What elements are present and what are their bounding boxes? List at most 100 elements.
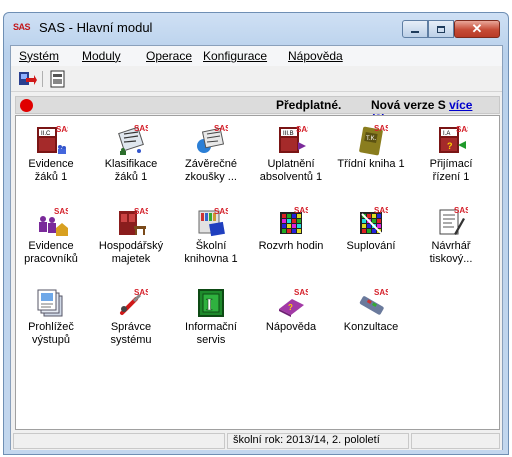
close-icon: ✕ (471, 21, 483, 36)
system-admin-icon: SAS (120, 288, 148, 315)
module-label: Školní knihovna 1 (184, 240, 238, 265)
module-prijimaci-rizeni[interactable]: I.A ? SAS Přijímací řízení 1 (416, 124, 486, 184)
module-uplatneni-absolventu[interactable]: III.B SAS Uplatnění absolventů 1 (256, 124, 326, 184)
grading-icon: SAS (118, 124, 148, 155)
module-tridni-kniha[interactable]: T.K. SAS Třídní kniha 1 (336, 124, 406, 171)
module-label: Hospodářský majetek (98, 240, 164, 265)
info-bar: Předplatné. Nová verze S více (2)... (15, 96, 500, 126)
class-book-icon: T.K. SAS (359, 124, 388, 156)
module-napoveda[interactable]: ? SAS Nápověda (256, 287, 326, 334)
module-label: Návrhář tiskový... (429, 240, 473, 265)
svg-text:SAS: SAS (456, 125, 468, 134)
calendar-icon (50, 70, 65, 88)
module-hospodarsky-majetek[interactable]: SAS Hospodářský majetek (96, 206, 166, 266)
output-viewer-icon (37, 289, 63, 317)
module-label: Konzultace (343, 321, 399, 333)
print-designer-icon: SAS (439, 206, 468, 235)
module-label: Uplatnění absolventů 1 (259, 158, 323, 183)
school-year-status: školní rok: 2013/14, 2. pololetí (233, 434, 380, 446)
module-label: Nápověda (265, 321, 317, 333)
module-evidence-pracovniku[interactable]: SAS Evidence pracovníků (16, 206, 86, 266)
property-icon: SAS (119, 207, 148, 235)
calendar-button[interactable] (48, 69, 68, 89)
module-zaverecne-zkousky[interactable]: SAS Závěrečné zkoušky ... (176, 124, 246, 184)
svg-text:SAS: SAS (374, 288, 388, 297)
svg-text:SAS: SAS (294, 206, 308, 215)
staff-records-icon: SAS (39, 207, 68, 236)
module-label: Suplování (346, 240, 396, 252)
status-panel-right (411, 433, 500, 449)
subscription-label: Předplatné. (276, 98, 342, 112)
module-label: Správce systému (110, 321, 152, 346)
maximize-button[interactable] (428, 20, 454, 38)
status-panel-left (13, 433, 225, 449)
alert-dot-icon (20, 99, 33, 112)
module-evidence-zaku[interactable]: II.C SAS Evidence žáků 1 (16, 124, 86, 184)
svg-text:?: ? (288, 303, 293, 312)
module-navrhar-tiskovy[interactable]: SAS Návrhář tiskový... (416, 206, 486, 266)
svg-text:?: ? (447, 141, 453, 151)
substitution-icon: SAS (360, 206, 388, 235)
menu-configuration[interactable]: Konfigurace (203, 49, 267, 63)
module-klasifikace[interactable]: SAS Klasifikace žáků 1 (96, 124, 166, 184)
module-label: Přijímací řízení 1 (429, 158, 473, 183)
module-label: Klasifikace žáků 1 (104, 158, 158, 183)
module-skolni-knihovna[interactable]: SAS Školní knihovna 1 (176, 206, 246, 266)
svg-text:SAS: SAS (56, 125, 68, 134)
help-book-icon: ? SAS (279, 288, 308, 317)
client-area: Systém Moduly Operace Konfigurace Nápově… (10, 45, 503, 450)
svg-text:SAS: SAS (374, 206, 388, 215)
toolbar-separator (42, 71, 43, 87)
minimize-button[interactable] (402, 20, 428, 38)
graduate-placement-icon: III.B SAS (279, 125, 308, 153)
new-version-text: Nová verze S (371, 98, 446, 112)
module-label: Evidence pracovníků (24, 240, 78, 265)
consultation-icon: SAS (359, 288, 388, 315)
module-konzultace[interactable]: SAS Konzultace (336, 287, 406, 334)
svg-text:SAS: SAS (374, 124, 388, 133)
module-label: Informační servis (185, 321, 237, 346)
library-icon: SAS (198, 207, 228, 237)
module-suplovani[interactable]: SAS Suplování (336, 206, 406, 253)
svg-text:SAS: SAS (134, 288, 148, 297)
svg-text:SAS: SAS (134, 207, 148, 216)
svg-text:SAS: SAS (54, 207, 68, 216)
svg-text:SAS: SAS (214, 207, 228, 216)
final-exams-icon: SAS (197, 124, 228, 153)
window-title: SAS - Hlavní modul (39, 20, 153, 35)
module-label: Třídní kniha 1 (337, 158, 405, 170)
svg-text:III.B: III.B (283, 131, 294, 137)
close-button[interactable]: ✕ (454, 20, 500, 38)
module-label: Prohlížeč výstupů (28, 321, 74, 346)
exit-button[interactable] (17, 69, 37, 89)
module-label: Evidence žáků 1 (28, 158, 74, 183)
menu-system[interactable]: Systém (19, 49, 59, 63)
svg-text:SAS: SAS (296, 125, 308, 134)
module-desktop: II.C SAS Evidence žáků 1 SAS Klasifikace… (15, 115, 500, 430)
menu-modules[interactable]: Moduly (82, 49, 121, 63)
menu-help[interactable]: Nápověda (288, 49, 343, 63)
menu-operations[interactable]: Operace (146, 49, 192, 63)
module-informacni-servis[interactable]: I Informační servis (176, 287, 246, 347)
svg-text:SAS: SAS (454, 206, 468, 215)
title-bar[interactable]: SAS SAS - Hlavní modul ✕ (4, 13, 508, 45)
svg-text:I: I (206, 295, 213, 314)
maximize-icon (437, 25, 445, 33)
status-bar: školní rok: 2013/14, 2. pololetí (11, 431, 502, 450)
svg-text:SAS: SAS (134, 124, 148, 133)
module-prohlizec-vystupu[interactable]: Prohlížeč výstupů (16, 287, 86, 347)
svg-text:SAS: SAS (214, 124, 228, 133)
module-rozvrh-hodin[interactable]: SAS Rozvrh hodin (256, 206, 326, 253)
toolbar (11, 67, 502, 92)
exit-icon (19, 72, 37, 85)
info-service-icon: I (198, 289, 224, 317)
module-spravce-systemu[interactable]: SAS Správce systému (96, 287, 166, 347)
menu-bar: Systém Moduly Operace Konfigurace Nápově… (11, 46, 502, 66)
student-records-icon: II.C SAS (37, 125, 68, 154)
admissions-icon: I.A ? SAS (439, 125, 468, 153)
svg-text:SAS: SAS (294, 288, 308, 297)
svg-text:T.K.: T.K. (366, 136, 377, 142)
timetable-icon: SAS (280, 206, 308, 234)
svg-text:I.A: I.A (443, 131, 450, 137)
module-label: Rozvrh hodin (258, 240, 324, 252)
